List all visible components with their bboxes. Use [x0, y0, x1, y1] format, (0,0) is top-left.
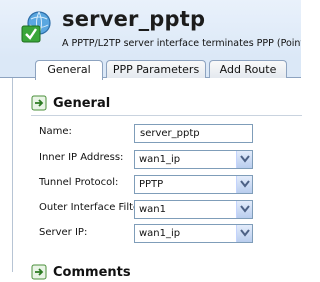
comments-section-header: Comments: [31, 262, 131, 282]
tab-content: General Name: server_pptp Inner IP Addre…: [12, 78, 302, 280]
dropdown-button[interactable]: [236, 176, 252, 193]
inner-ip-value: wan1_ip: [139, 154, 181, 165]
server-ip-select[interactable]: wan1_ip: [134, 224, 253, 243]
general-section-title: General: [53, 95, 111, 111]
comments-section-title: Comments: [53, 264, 131, 280]
chevron-down-icon: [240, 229, 250, 237]
tunnel-protocol-select[interactable]: PPTP: [134, 175, 253, 194]
chevron-down-icon: [240, 205, 250, 213]
page-subtitle: A PPTP/L2TP server interface terminates …: [62, 38, 301, 49]
outer-interface-label: Outer Interface Filter:: [39, 202, 147, 213]
section-arrow-icon: [31, 264, 47, 280]
tab-ppp-parameters[interactable]: PPP Parameters: [106, 60, 206, 78]
dropdown-button[interactable]: [236, 151, 252, 168]
tab-bar: General PPP Parameters Add Route: [0, 58, 301, 80]
dropdown-button[interactable]: [236, 201, 252, 218]
section-divider: [31, 115, 302, 116]
interface-icon: [21, 11, 51, 43]
section-arrow-icon: [31, 95, 47, 111]
general-section-header: General: [31, 93, 110, 113]
header: server_pptp A PPTP/L2TP server interface…: [0, 0, 301, 58]
tab-general[interactable]: General: [35, 60, 103, 80]
chevron-down-icon: [240, 155, 250, 163]
server-ip-value: wan1_ip: [139, 228, 181, 239]
inner-ip-select[interactable]: wan1_ip: [134, 150, 253, 169]
tunnel-protocol-value: PPTP: [139, 179, 164, 190]
server-ip-label: Server IP:: [39, 227, 88, 238]
inner-ip-label: Inner IP Address:: [39, 152, 124, 163]
chevron-down-icon: [240, 180, 250, 188]
outer-interface-value: wan1: [139, 204, 167, 215]
tab-add-route[interactable]: Add Route: [209, 60, 287, 78]
tunnel-protocol-label: Tunnel Protocol:: [39, 177, 119, 188]
name-label: Name:: [39, 126, 72, 137]
page-title: server_pptp: [62, 7, 206, 31]
dropdown-button[interactable]: [236, 225, 252, 242]
outer-interface-select[interactable]: wan1: [134, 200, 253, 219]
name-field[interactable]: server_pptp: [134, 124, 253, 143]
